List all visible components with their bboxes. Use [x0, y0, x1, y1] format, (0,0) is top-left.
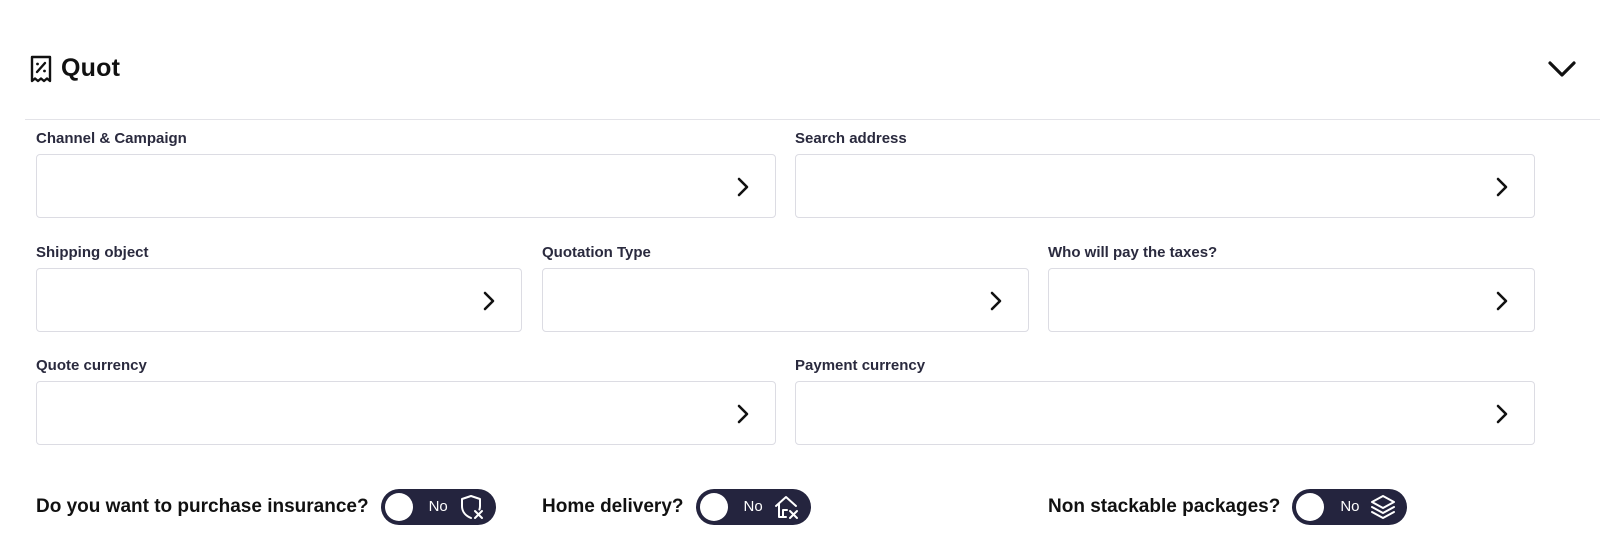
receipt-percent-icon	[29, 55, 53, 83]
collapse-button[interactable]	[1544, 56, 1580, 86]
toggle-knob	[384, 493, 413, 521]
home-delivery-toggle-label: Home delivery?	[542, 496, 684, 517]
non-stackable-toggle-row: Non stackable packages? No	[1048, 489, 1408, 525]
home-x-icon	[773, 494, 801, 520]
chevron-right-icon	[733, 176, 753, 198]
chevron-down-icon	[1547, 60, 1577, 83]
channel-campaign-field: Channel & Campaign	[36, 130, 776, 222]
quote-currency-label: Quote currency	[36, 357, 147, 374]
search-address-select[interactable]	[795, 154, 1535, 218]
chevron-right-icon	[986, 290, 1006, 312]
non-stackable-toggle-label: Non stackable packages?	[1048, 496, 1281, 517]
tax-payer-select[interactable]	[1048, 268, 1535, 332]
insurance-toggle-row: Do you want to purchase insurance? No	[36, 489, 496, 525]
quote-currency-field: Quote currency	[36, 357, 776, 449]
toggle-knob	[1296, 493, 1325, 521]
toggle-knob	[699, 493, 728, 521]
section-header: Quot	[25, 42, 1600, 120]
chevron-right-icon	[1492, 403, 1512, 425]
stack-layers-icon	[1369, 494, 1397, 520]
tax-payer-label: Who will pay the taxes?	[1048, 244, 1218, 261]
channel-campaign-select[interactable]	[36, 154, 776, 218]
payment-currency-field: Payment currency	[795, 357, 1535, 449]
non-stackable-toggle-state: No	[1340, 498, 1360, 515]
home-delivery-toggle-state: No	[743, 498, 763, 515]
chevron-right-icon	[479, 290, 499, 312]
shipping-object-label: Shipping object	[36, 244, 149, 261]
quotation-type-field: Quotation Type	[542, 244, 1029, 336]
insurance-toggle-label: Do you want to purchase insurance?	[36, 496, 369, 517]
quotation-type-label: Quotation Type	[542, 244, 651, 261]
insurance-toggle-state: No	[428, 498, 448, 515]
shield-x-icon	[458, 494, 486, 520]
payment-currency-select[interactable]	[795, 381, 1535, 445]
section-title-wrap: Quot	[29, 54, 120, 83]
chevron-right-icon	[1492, 176, 1512, 198]
shipping-object-field: Shipping object	[36, 244, 522, 336]
search-address-field: Search address	[795, 130, 1535, 222]
section-title: Quot	[61, 54, 121, 82]
non-stackable-toggle[interactable]: No	[1292, 489, 1408, 525]
search-address-label: Search address	[795, 130, 907, 147]
home-delivery-toggle-row: Home delivery? No	[542, 489, 811, 525]
shipping-object-select[interactable]	[36, 268, 522, 332]
tax-payer-field: Who will pay the taxes?	[1048, 244, 1535, 336]
insurance-toggle[interactable]: No	[380, 489, 496, 525]
home-delivery-toggle[interactable]: No	[695, 489, 811, 525]
payment-currency-label: Payment currency	[795, 357, 926, 374]
chevron-right-icon	[733, 403, 753, 425]
quote-currency-select[interactable]	[36, 381, 776, 445]
channel-campaign-label: Channel & Campaign	[36, 130, 187, 147]
quotation-type-select[interactable]	[542, 268, 1029, 332]
chevron-right-icon	[1492, 290, 1512, 312]
